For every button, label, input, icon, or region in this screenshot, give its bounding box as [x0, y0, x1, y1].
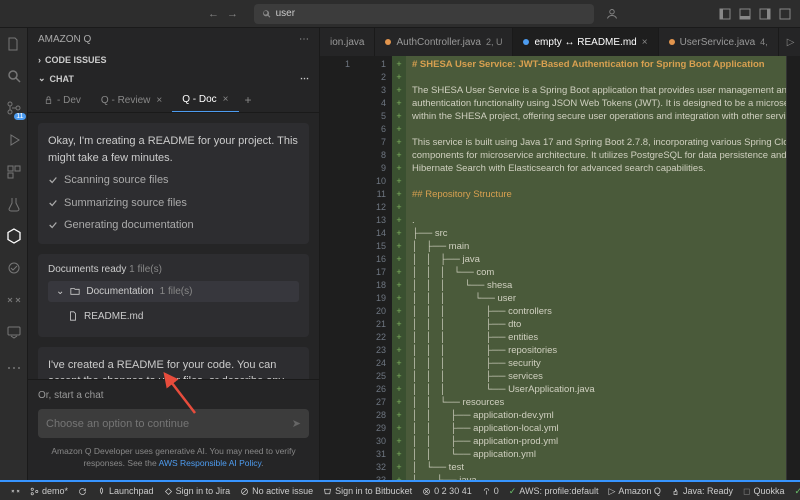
branch-icon: [30, 487, 39, 496]
layout-left-icon[interactable]: [718, 7, 732, 21]
nav-forward-icon[interactable]: →: [227, 8, 238, 20]
aws-profile-indicator[interactable]: ✓AWS: profile:default: [504, 486, 604, 497]
check-icon: [48, 198, 58, 208]
explorer-icon[interactable]: [4, 34, 24, 54]
chat-tabs: - Dev Q - Review× Q - Doc× +: [28, 88, 319, 113]
file-icon: [68, 311, 78, 321]
branch-indicator[interactable]: demo*: [25, 486, 73, 496]
activity-bar: 11: [0, 28, 28, 480]
thumbsup-icon: [671, 487, 680, 496]
remote-icon[interactable]: [4, 290, 24, 310]
editor-content[interactable]: 1 12345678910111213141516171819202122232…: [320, 56, 800, 480]
disclaimer-text: Amazon Q Developer uses generative AI. Y…: [38, 446, 309, 470]
layout-customize-icon[interactable]: [778, 7, 792, 21]
check-icon: [48, 175, 58, 185]
documents-ready-card: Documents ready 1 file(s) ⌄ Documentatio…: [38, 254, 309, 337]
or-start-chat-label: Or, start a chat: [38, 390, 309, 401]
search-icon: [262, 9, 272, 19]
chat-input-box[interactable]: ➤: [38, 409, 309, 438]
chat-more-icon[interactable]: ⋯: [300, 73, 309, 84]
modified-dot-icon: [385, 39, 391, 45]
add-tab-button[interactable]: +: [239, 88, 258, 112]
account-icon[interactable]: [606, 8, 618, 20]
editor-tab[interactable]: AuthController.java2, U: [375, 28, 513, 56]
circle-slash-icon: [240, 487, 249, 496]
active-issue-indicator[interactable]: No active issue: [235, 486, 318, 496]
command-center[interactable]: [254, 4, 594, 24]
scm-badge: 11: [14, 113, 25, 120]
error-icon: [422, 487, 431, 496]
aws-icon[interactable]: [4, 258, 24, 278]
readme-file[interactable]: README.md: [48, 306, 299, 327]
chat-tab-doc[interactable]: Q - Doc×: [172, 88, 238, 112]
java-status[interactable]: Java: Ready: [666, 486, 738, 497]
folder-icon: [70, 286, 80, 296]
sync-button[interactable]: [73, 487, 92, 496]
panel-title: AMAZON Q: [38, 34, 91, 45]
antenna-icon: [482, 487, 491, 496]
chat-tab-dev[interactable]: - Dev: [34, 88, 91, 112]
amazonq-icon[interactable]: [4, 226, 24, 246]
titlebar: ← →: [0, 0, 800, 28]
jira-signin-button[interactable]: Sign in to Jira: [159, 486, 236, 496]
chat-tab-review[interactable]: Q - Review×: [91, 88, 172, 112]
line-gutter-modified: 1234567891011121314151617181920212223242…: [356, 56, 392, 480]
chat-message-text: I've created a README for your code. You…: [48, 357, 299, 380]
chat-input[interactable]: [46, 418, 276, 430]
minimap[interactable]: [786, 56, 800, 480]
amazonq-status[interactable]: ▷ Amazon Q: [603, 486, 665, 497]
editor-tab[interactable]: ion.java: [320, 28, 375, 56]
amazonq-panel: AMAZON Q ⋯ ›CODE ISSUES ⌄CHAT⋯ - Dev Q -…: [28, 28, 320, 480]
layout-bottom-icon[interactable]: [738, 7, 752, 21]
sync-icon: [78, 487, 87, 496]
code-view[interactable]: # SHESA User Service: JWT-Based Authenti…: [406, 56, 786, 480]
responsible-ai-link[interactable]: AWS Responsible AI Policy: [159, 458, 262, 468]
close-icon[interactable]: ×: [156, 95, 162, 106]
test-icon[interactable]: [4, 194, 24, 214]
source-control-icon[interactable]: 11: [4, 98, 24, 118]
close-icon[interactable]: ×: [223, 94, 229, 105]
chevron-down-icon: ⌄: [56, 286, 64, 297]
rocket-icon: [97, 487, 106, 496]
send-icon[interactable]: ➤: [292, 417, 301, 430]
layout-right-icon[interactable]: [758, 7, 772, 21]
nav-back-icon[interactable]: ←: [208, 8, 219, 20]
search-input[interactable]: [276, 8, 586, 19]
editor-tab[interactable]: UserService.java4,: [659, 28, 779, 56]
check-icon: [48, 220, 58, 230]
chat-message: Okay, I'm creating a README for your pro…: [38, 123, 309, 244]
prettier-status[interactable]: ✓Prettier: [789, 486, 800, 497]
jira-icon: [164, 487, 173, 496]
ports-indicator[interactable]: 0: [477, 486, 504, 496]
code-issues-section[interactable]: ›CODE ISSUES: [28, 51, 319, 69]
chat-message-text: Okay, I'm creating a README for your pro…: [48, 133, 299, 166]
line-gutter-original: 1: [320, 56, 356, 480]
chat-section[interactable]: ⌄CHAT⋯: [28, 69, 319, 88]
bookmarks-icon[interactable]: [4, 322, 24, 342]
bitbucket-signin-button[interactable]: Sign in to Bitbucket: [318, 486, 417, 496]
remote-indicator[interactable]: [6, 487, 25, 496]
statusbar: demo* Launchpad Sign in to Jira No activ…: [0, 480, 800, 500]
extensions-icon[interactable]: [4, 162, 24, 182]
run-debug-icon[interactable]: [4, 130, 24, 150]
modified-dot-icon: [669, 39, 675, 45]
chat-message: I've created a README for your code. You…: [38, 347, 309, 380]
quokka-status[interactable]: ◻Quokka: [738, 486, 790, 497]
close-icon[interactable]: ×: [642, 37, 648, 48]
lock-icon: [44, 96, 53, 105]
editor-tab-active[interactable]: empty ↔ README.md×: [513, 28, 658, 56]
diff-gutter: ++++++++++++++++++++++++++++++++++++++++: [392, 56, 406, 480]
run-icon[interactable]: ▷: [787, 37, 795, 48]
editor-area: ion.java AuthController.java2, U empty ↔…: [320, 28, 800, 480]
problems-indicator[interactable]: 0 2 30 41: [417, 486, 477, 496]
panel-more-icon[interactable]: ⋯: [299, 34, 309, 45]
documentation-folder[interactable]: ⌄ Documentation 1 file(s): [48, 281, 299, 302]
more-icon[interactable]: [4, 358, 24, 378]
info-dot-icon: [523, 39, 529, 45]
bitbucket-icon: [323, 487, 332, 496]
launchpad-button[interactable]: Launchpad: [92, 486, 159, 496]
search-activity-icon[interactable]: [4, 66, 24, 86]
editor-tabs: ion.java AuthController.java2, U empty ↔…: [320, 28, 800, 56]
